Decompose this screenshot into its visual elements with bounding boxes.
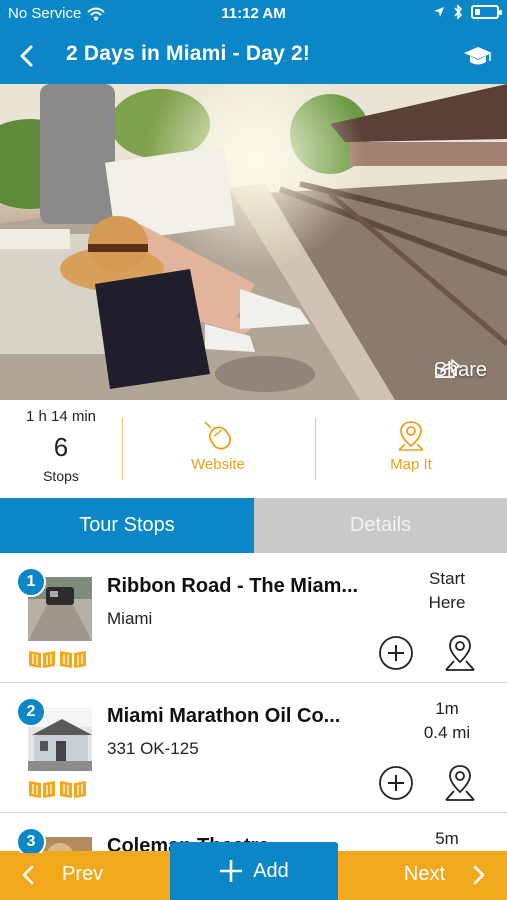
plus-icon (220, 860, 243, 882)
stop-number-badge: 2 (16, 697, 46, 727)
share-icon (434, 359, 460, 378)
book-icon (29, 651, 55, 668)
tab-bar: Tour Stops Details (0, 498, 507, 553)
add-button[interactable]: Add (170, 842, 338, 900)
add-stop-icon[interactable] (378, 765, 414, 801)
back-button[interactable] (8, 38, 44, 74)
list-item[interactable]: 2 Miami Marathon Oil Co... 331 OK-125 1m… (0, 683, 507, 813)
map-it-label: Map It (390, 456, 432, 473)
tour-cover-photo: Share (0, 84, 507, 400)
map-it-button[interactable]: Map It (351, 420, 471, 473)
nav-bar: 2 Days in Miami - Day 2! (0, 28, 507, 84)
next-button[interactable]: Next (404, 863, 485, 886)
tour-summary: 1 h 14 min 6 Stops Website Map It (0, 400, 507, 498)
list-item[interactable]: 1 Ribbon Road - The Miam... Miami Start … (0, 553, 507, 683)
book-icon (29, 781, 55, 798)
stop-name: Ribbon Road - The Miam... (107, 575, 359, 597)
bottom-nav-bar: Prev Add Next (0, 842, 507, 900)
stop-address: Miami (107, 609, 153, 628)
audio-guide-badges (28, 649, 87, 669)
clock: 11:12 AM (221, 5, 286, 22)
stop-meta-line1: 1m (435, 699, 459, 718)
cover-illustration (0, 84, 507, 400)
page-title: 2 Days in Miami - Day 2! (66, 42, 311, 65)
stop-number-badge: 3 (16, 827, 46, 853)
chevron-left-icon (22, 865, 34, 884)
location-arrow-icon (434, 7, 444, 17)
status-icons (433, 4, 502, 20)
tab-tour-stops[interactable]: Tour Stops (0, 498, 254, 553)
stop-number-badge: 1 (16, 567, 46, 597)
divider (315, 418, 316, 480)
next-label: Next (403, 863, 445, 885)
stop-meta-line1: Start (429, 569, 465, 588)
book-icon (60, 651, 86, 668)
prev-label: Prev (62, 863, 104, 885)
stop-meta-line2: 0.4 mi (423, 723, 471, 742)
mouse-click-icon (204, 421, 232, 450)
stop-meta-line1: 5m (435, 829, 459, 848)
map-pin-icon[interactable] (442, 633, 478, 673)
prev-button[interactable]: Prev (22, 863, 103, 886)
stop-address: 331 OK-125 (107, 739, 199, 758)
tour-guide-button[interactable] (461, 40, 495, 74)
stops-count: 6 (53, 432, 69, 462)
battery-icon (471, 5, 502, 19)
website-button[interactable]: Website (158, 420, 278, 473)
website-label: Website (191, 456, 245, 473)
map-pin-icon[interactable] (442, 763, 478, 803)
graduation-cap-icon (464, 47, 492, 65)
stop-name: Miami Marathon Oil Co... (107, 705, 341, 727)
map-pin-icon (398, 421, 424, 451)
bluetooth-icon (454, 4, 463, 20)
stop-meta-line2: Here (428, 593, 466, 612)
divider (122, 418, 123, 480)
tour-stops-list: 1 Ribbon Road - The Miam... Miami Start … (0, 553, 507, 853)
chevron-right-icon (473, 865, 485, 884)
add-label: Add (253, 859, 289, 882)
stops-label: Stops (43, 468, 79, 484)
chevron-left-icon (20, 45, 33, 67)
add-stop-icon[interactable] (378, 635, 414, 671)
share-button[interactable]: Share (434, 359, 487, 382)
status-bar: No Service 11:12 AM (0, 0, 507, 28)
book-icon (60, 781, 86, 798)
tab-details[interactable]: Details (254, 498, 507, 553)
tour-duration: 1 h 14 min (25, 408, 97, 425)
audio-guide-badges (28, 779, 87, 799)
